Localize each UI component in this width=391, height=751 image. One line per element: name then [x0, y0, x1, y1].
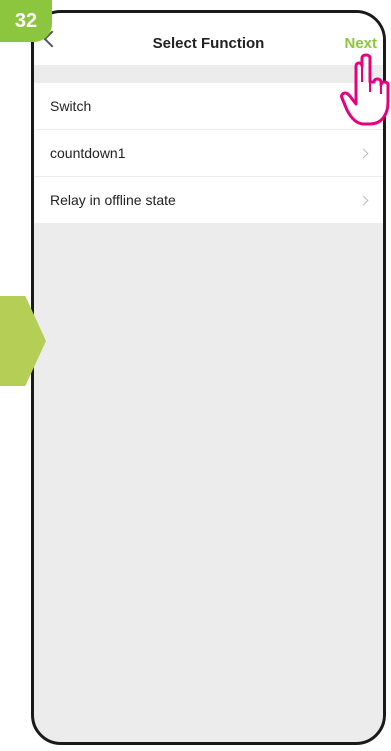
- list-item-countdown1[interactable]: countdown1: [34, 130, 383, 177]
- navbar: Select Function Next: [34, 13, 383, 65]
- list-item-switch[interactable]: Switch o: [34, 83, 383, 130]
- list-item-relay-offline-state[interactable]: Relay in offline state: [34, 177, 383, 223]
- chevron-right-icon: [358, 195, 369, 205]
- list-item-label: countdown1: [50, 145, 126, 161]
- phone-frame: Select Function Next Switch o countdown1…: [31, 10, 386, 745]
- pointing-hand-icon: [340, 53, 390, 126]
- next-button[interactable]: Next: [344, 35, 377, 52]
- step-number-badge: 32: [0, 0, 52, 42]
- chevron-right-icon: [358, 148, 369, 158]
- function-list: Switch o countdown1 Relay in offline sta…: [34, 83, 383, 223]
- page-title: Select Function: [152, 35, 265, 52]
- list-item-label: Relay in offline state: [50, 192, 176, 208]
- list-item-label: Switch: [50, 98, 92, 114]
